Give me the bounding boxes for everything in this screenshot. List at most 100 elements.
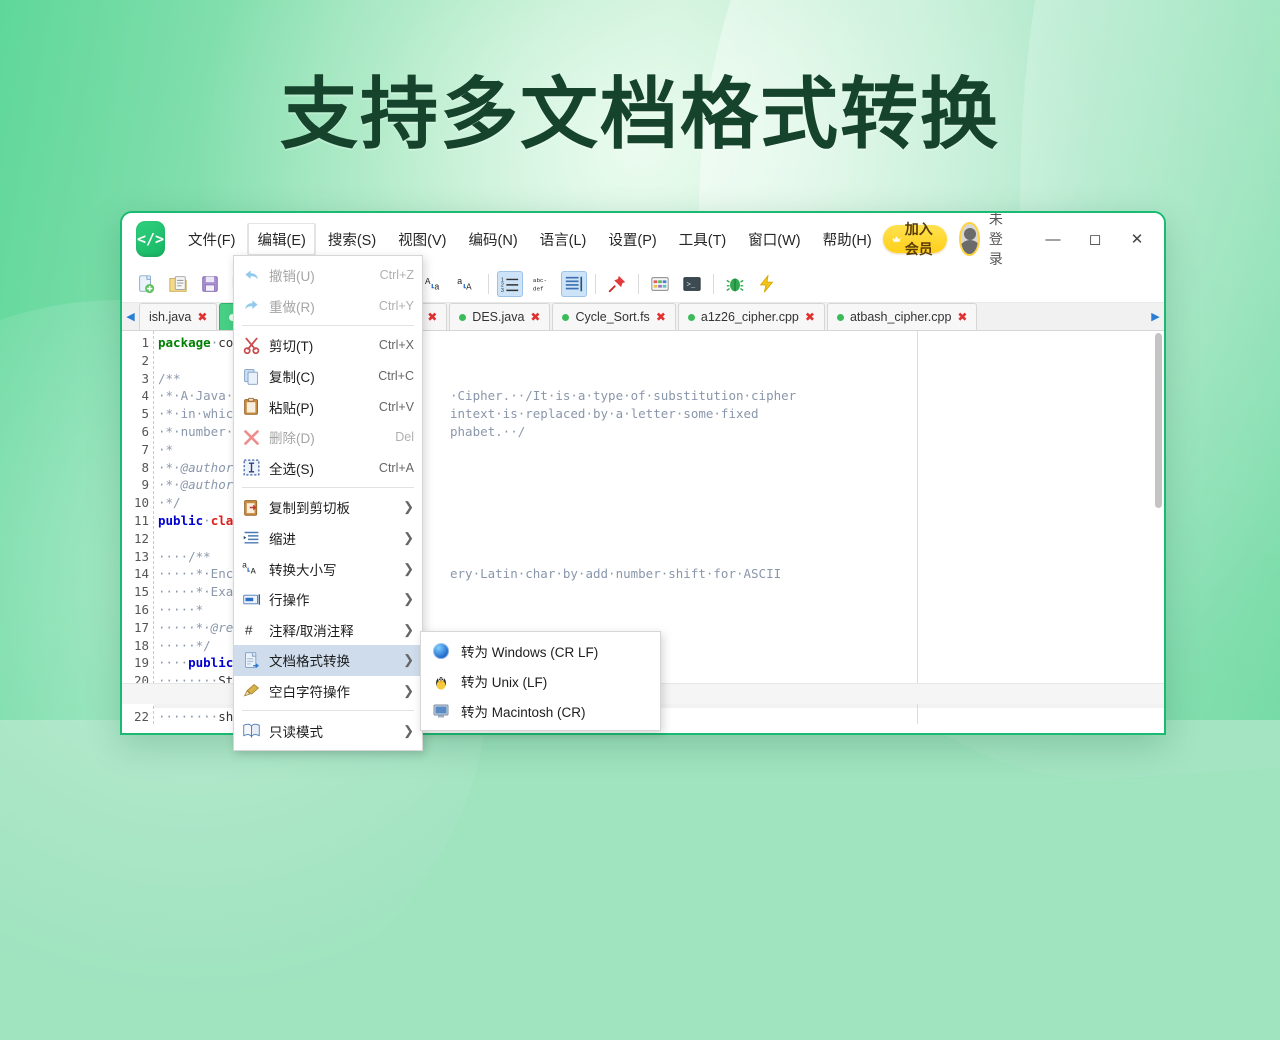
edit-menu-dropdown[interactable]: 撤销(U) Ctrl+Z 重做(R) Ctrl+Y 剪切(T) Ctrl+X 复制(C) Ct… — [233, 255, 423, 751]
format-submenu-item[interactable]: 转为 Unix (LF) — [421, 666, 660, 696]
uppercase-icon[interactable]: Aa — [422, 271, 448, 297]
new-file-icon[interactable] — [133, 271, 159, 297]
line-operations-icon — [240, 588, 262, 610]
edit-menu-item[interactable]: 文档格式转换 ❯ — [234, 645, 422, 676]
avatar[interactable] — [959, 222, 980, 256]
pin-icon[interactable] — [604, 271, 630, 297]
indent-icon — [240, 527, 262, 549]
edit-menu-item[interactable]: 复制(C) Ctrl+C — [234, 361, 422, 392]
menubar-item-0[interactable]: 文件(F) — [178, 224, 246, 255]
run-icon[interactable] — [754, 271, 780, 297]
menubar-item-7[interactable]: 工具(T) — [669, 224, 737, 255]
menubar-item-2[interactable]: 搜索(S) — [318, 224, 386, 255]
edit-menu-item[interactable]: 复制到剪切板 ❯ — [234, 492, 422, 523]
join-member-button[interactable]: 加入会员 — [882, 221, 948, 257]
copy-icon — [240, 365, 262, 387]
whitespace-icon — [240, 680, 262, 702]
document-format-submenu[interactable]: 转为 Windows (CR LF) 转为 Unix (LF) 转为 Macinto… — [420, 631, 661, 731]
menubar-item-3[interactable]: 视图(V) — [388, 224, 456, 255]
editor-tab[interactable]: ish.java ✖ — [139, 303, 218, 330]
delete-icon — [240, 426, 262, 448]
edit-menu-item-label: 删除(D) — [269, 431, 315, 447]
tab-scroll-right-button[interactable]: ▶ — [1147, 303, 1164, 330]
close-button[interactable]: ✕ — [1116, 222, 1158, 256]
svg-text:A: A — [425, 276, 431, 287]
format-submenu-item[interactable]: 转为 Windows (CR LF) — [421, 636, 660, 666]
edit-menu-item[interactable]: 行操作 ❯ — [234, 584, 422, 615]
tab-saved-dot-icon — [562, 313, 570, 321]
edit-menu-item-shortcut: Ctrl+V — [378, 399, 414, 414]
edit-menu-item[interactable]: 撤销(U) Ctrl+Z — [234, 260, 422, 291]
edit-menu-item[interactable]: 剪切(T) Ctrl+X — [234, 330, 422, 361]
edit-menu-item-label: 行操作 — [269, 593, 310, 609]
tab-label: DES.java — [472, 310, 525, 324]
edit-menu-item[interactable]: 全选(S) Ctrl+A — [234, 453, 422, 484]
chevron-right-icon: ❯ — [403, 530, 414, 546]
format-submenu-item-label: 转为 Unix (LF) — [461, 675, 548, 690]
edit-menu-item-label: 注释/取消注释 — [269, 623, 354, 639]
comment-icon: # — [240, 619, 262, 641]
line-number: 5 — [141, 406, 149, 422]
menubar-item-1[interactable]: 编辑(E) — [247, 223, 316, 255]
word-wrap-icon[interactable]: abc-def — [529, 271, 555, 297]
lowercase-icon[interactable]: aA — [454, 271, 480, 297]
minimize-button[interactable]: — — [1032, 222, 1074, 256]
save-icon[interactable] — [197, 271, 223, 297]
editor-tab[interactable]: DES.java ✖ — [449, 303, 551, 330]
format-submenu-item[interactable]: 转为 Macintosh (CR) — [421, 696, 660, 726]
menu-separator — [242, 325, 414, 327]
edit-menu-item-label: 缩进 — [269, 532, 296, 548]
editor-tab[interactable]: atbash_cipher.cpp ✖ — [826, 303, 978, 330]
line-numbers-icon[interactable]: 123 — [497, 270, 523, 297]
menubar-item-9[interactable]: 帮助(H) — [813, 224, 882, 255]
edit-menu-item[interactable]: 缩进 ❯ — [234, 523, 422, 554]
line-number: 22 — [133, 708, 149, 724]
tab-saved-dot-icon — [459, 313, 467, 321]
open-file-icon[interactable] — [165, 271, 191, 297]
chevron-right-icon: ❯ — [403, 722, 414, 738]
edit-menu-item-shortcut: Ctrl+C — [378, 369, 414, 384]
vertical-scrollbar[interactable] — [1155, 333, 1162, 508]
edit-menu-item-shortcut: Ctrl+Z — [379, 268, 414, 283]
tab-close-icon[interactable]: ✖ — [957, 311, 967, 323]
plugin-icon[interactable] — [722, 271, 748, 297]
chevron-right-icon: ❯ — [403, 652, 414, 668]
edit-menu-item-shortcut: Del — [395, 430, 414, 445]
tab-close-icon[interactable]: ✖ — [427, 311, 437, 323]
edit-menu-item-shortcut: Ctrl+A — [378, 460, 414, 475]
menubar-item-8[interactable]: 窗口(W) — [738, 224, 810, 255]
toolbar-separator — [638, 273, 639, 294]
tab-close-icon[interactable]: ✖ — [656, 311, 666, 323]
svg-text:A: A — [250, 567, 256, 577]
tab-close-icon[interactable]: ✖ — [530, 311, 540, 323]
menubar-item-5[interactable]: 语言(L) — [530, 224, 597, 255]
menu-separator — [242, 710, 414, 712]
line-number: 8 — [141, 459, 149, 475]
svg-text:3: 3 — [501, 288, 504, 294]
edit-menu-item[interactable]: 空白字符操作 ❯ — [234, 676, 422, 707]
tab-scroll-left-button[interactable]: ◀ — [122, 303, 139, 330]
editor-tab[interactable]: Cycle_Sort.fs ✖ — [552, 303, 676, 330]
edit-menu-item[interactable]: 粘贴(P) Ctrl+V — [234, 391, 422, 422]
indent-guide-icon[interactable] — [561, 270, 587, 297]
login-status-label[interactable]: 未登录 — [989, 213, 1012, 269]
maximize-button[interactable]: ◻ — [1074, 222, 1116, 256]
tab-close-icon[interactable]: ✖ — [197, 311, 207, 323]
edit-menu-item[interactable]: # 注释/取消注释 ❯ — [234, 615, 422, 646]
console-icon[interactable]: >_ — [679, 271, 705, 297]
tab-close-icon[interactable]: ✖ — [805, 311, 815, 323]
wrap-guide-line — [917, 331, 918, 724]
edit-menu-item-label: 空白字符操作 — [269, 685, 350, 701]
edit-menu-item[interactable]: 删除(D) Del — [234, 422, 422, 453]
menubar-item-4[interactable]: 编码(N) — [459, 224, 528, 255]
edit-menu-item-label: 只读模式 — [269, 724, 323, 740]
undo-icon — [240, 264, 262, 286]
line-number: 6 — [141, 423, 149, 439]
cut-icon — [240, 334, 262, 356]
edit-menu-item[interactable]: a A 转换大小写 ❯ — [234, 553, 422, 584]
line-number: 4 — [141, 388, 149, 404]
color-picker-icon[interactable] — [647, 271, 673, 297]
menubar-item-6[interactable]: 设置(P) — [598, 224, 666, 255]
editor-tab[interactable]: a1z26_cipher.cpp ✖ — [677, 303, 825, 330]
edit-menu-item[interactable]: 重做(R) Ctrl+Y — [234, 291, 422, 322]
